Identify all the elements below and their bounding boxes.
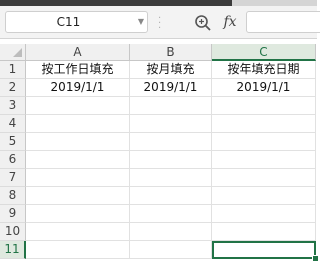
cell-c7[interactable] bbox=[212, 169, 316, 187]
cell-a10[interactable] bbox=[26, 223, 130, 241]
row-header-8[interactable]: 8 bbox=[0, 187, 26, 205]
row-header-2[interactable]: 2 bbox=[0, 79, 26, 97]
cell-c3[interactable] bbox=[212, 97, 316, 115]
cell-b6[interactable] bbox=[130, 151, 212, 169]
column-header-c[interactable]: C bbox=[212, 44, 316, 61]
select-all-corner[interactable] bbox=[0, 44, 26, 61]
cell-c9[interactable] bbox=[212, 205, 316, 223]
cell-a6[interactable] bbox=[26, 151, 130, 169]
chevron-down-icon[interactable]: ▼ bbox=[138, 12, 144, 32]
separator-dots: · · · bbox=[158, 13, 162, 34]
cell-b9[interactable] bbox=[130, 205, 212, 223]
column-header-a[interactable]: A bbox=[26, 44, 130, 61]
cell-c8[interactable] bbox=[212, 187, 316, 205]
row-header-4[interactable]: 4 bbox=[0, 115, 26, 133]
cell-c10[interactable] bbox=[212, 223, 316, 241]
cell-c2[interactable]: 2019/1/1 bbox=[212, 79, 316, 97]
cell-b1[interactable]: 按月填充 bbox=[130, 61, 212, 79]
cell-a9[interactable] bbox=[26, 205, 130, 223]
cell-c5[interactable] bbox=[212, 133, 316, 151]
row-header-6[interactable]: 6 bbox=[0, 151, 26, 169]
select-all-triangle-icon bbox=[13, 48, 22, 57]
formula-input[interactable] bbox=[246, 11, 320, 33]
cell-c6[interactable] bbox=[212, 151, 316, 169]
formula-bar: C11 ▼ · · · fx bbox=[0, 6, 320, 39]
cell-b11[interactable] bbox=[130, 241, 212, 259]
cell-a11[interactable] bbox=[26, 241, 130, 259]
cell-b8[interactable] bbox=[130, 187, 212, 205]
name-box[interactable]: C11 ▼ bbox=[5, 11, 148, 33]
cell-a1[interactable]: 按工作日填充 bbox=[26, 61, 130, 79]
row-header-9[interactable]: 9 bbox=[0, 205, 26, 223]
row-header-7[interactable]: 7 bbox=[0, 169, 26, 187]
cell-a4[interactable] bbox=[26, 115, 130, 133]
column-header-b[interactable]: B bbox=[130, 44, 212, 61]
cell-c11[interactable] bbox=[212, 241, 316, 259]
cell-c4[interactable] bbox=[212, 115, 316, 133]
cell-b3[interactable] bbox=[130, 97, 212, 115]
cell-a7[interactable] bbox=[26, 169, 130, 187]
cell-a5[interactable] bbox=[26, 133, 130, 151]
row-header-11[interactable]: 11 bbox=[0, 241, 26, 259]
cell-a3[interactable] bbox=[26, 97, 130, 115]
fill-handle[interactable] bbox=[312, 255, 319, 262]
cell-a2[interactable]: 2019/1/1 bbox=[26, 79, 130, 97]
cell-b7[interactable] bbox=[130, 169, 212, 187]
row-header-10[interactable]: 10 bbox=[0, 223, 26, 241]
name-box-value: C11 bbox=[56, 15, 81, 29]
cell-a8[interactable] bbox=[26, 187, 130, 205]
row-header-1[interactable]: 1 bbox=[0, 61, 26, 79]
zoom-magnifier-icon[interactable] bbox=[194, 14, 212, 32]
cell-c1[interactable]: 按年填充日期 bbox=[212, 61, 316, 79]
cell-b5[interactable] bbox=[130, 133, 212, 151]
row-header-3[interactable]: 3 bbox=[0, 97, 26, 115]
cell-b10[interactable] bbox=[130, 223, 212, 241]
cell-b2[interactable]: 2019/1/1 bbox=[130, 79, 212, 97]
cell-b4[interactable] bbox=[130, 115, 212, 133]
insert-function-button[interactable]: fx bbox=[220, 12, 240, 32]
row-header-5[interactable]: 5 bbox=[0, 133, 26, 151]
